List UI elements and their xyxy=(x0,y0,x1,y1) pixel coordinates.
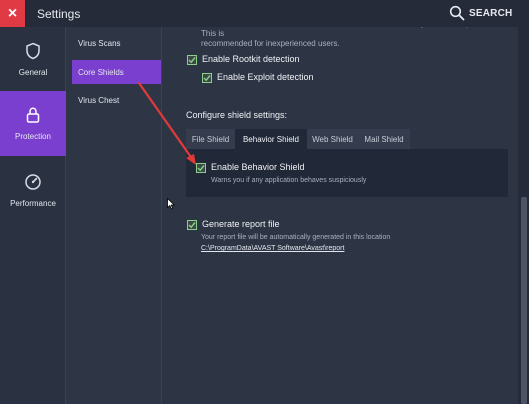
configure-shield-title: Configure shield settings: xyxy=(186,110,288,120)
title-bar: × Settings SEARCH xyxy=(0,0,529,27)
window-title: Settings xyxy=(37,7,81,21)
tab-mail-shield[interactable]: Mail Shield xyxy=(358,129,410,149)
subnav-item-virus-scans[interactable]: Virus Scans xyxy=(72,31,161,55)
checkmark-icon xyxy=(197,165,205,172)
left-nav: General Protection Performance xyxy=(0,27,66,404)
behavior-shield-label[interactable]: Enable Behavior Shield xyxy=(211,162,305,172)
tab-file-shield[interactable]: File Shield xyxy=(186,129,235,149)
behavior-shield-description: Warns you if any application behaves sus… xyxy=(211,177,367,184)
nav-item-label: General xyxy=(18,67,48,77)
gauge-icon xyxy=(25,173,41,190)
hardened-mode-description: Use the Avast Hardened Mode to further l… xyxy=(201,27,501,49)
close-icon[interactable]: × xyxy=(8,5,17,23)
intro-line: recommended for inexperienced users. xyxy=(201,39,340,48)
nav-item-label: Protection xyxy=(14,132,52,141)
lock-icon xyxy=(26,107,40,123)
behavior-shield-checkbox[interactable] xyxy=(196,163,206,173)
nav-item-general[interactable]: General xyxy=(0,27,66,91)
checkmark-icon xyxy=(188,222,196,229)
exploit-checkbox[interactable] xyxy=(202,73,212,83)
nav-item-protection[interactable]: Protection xyxy=(0,91,66,156)
shield-icon xyxy=(26,42,40,59)
report-path-link[interactable]: C:\ProgramData\AVAST Software\Avast\repo… xyxy=(201,245,344,252)
report-file-checkbox[interactable] xyxy=(187,220,197,230)
tab-web-shield[interactable]: Web Shield xyxy=(307,129,358,149)
report-file-label[interactable]: Generate report file xyxy=(202,219,280,229)
sub-nav: Virus Scans Core Shields Virus Chest xyxy=(66,27,162,404)
main-content: Use the Avast Hardened Mode to further l… xyxy=(162,27,518,404)
search-icon[interactable] xyxy=(449,5,465,21)
subnav-item-core-shields[interactable]: Core Shields xyxy=(72,60,161,84)
nav-item-performance[interactable]: Performance xyxy=(0,156,66,224)
subnav-item-virus-chest[interactable]: Virus Chest xyxy=(72,88,161,112)
report-file-description: Your report file will be automatically g… xyxy=(201,234,391,241)
behavior-shield-panel: Enable Behavior Shield Warns you if any … xyxy=(186,149,508,197)
checkmark-icon xyxy=(203,75,211,82)
rootkit-checkbox[interactable] xyxy=(187,55,197,65)
exploit-label[interactable]: Enable Exploit detection xyxy=(217,72,314,82)
search-button[interactable]: SEARCH xyxy=(469,8,512,19)
scrollbar[interactable] xyxy=(518,27,529,404)
scrollbar-thumb[interactable] xyxy=(521,197,527,404)
checkmark-icon xyxy=(188,57,196,64)
mouse-cursor-icon xyxy=(167,198,175,210)
tab-behavior-shield[interactable]: Behavior Shield xyxy=(235,129,307,149)
close-button[interactable]: × xyxy=(0,0,25,27)
intro-line: Use the Avast Hardened Mode to further l… xyxy=(201,27,486,38)
rootkit-label[interactable]: Enable Rootkit detection xyxy=(202,54,300,64)
nav-item-label: Performance xyxy=(10,198,56,208)
